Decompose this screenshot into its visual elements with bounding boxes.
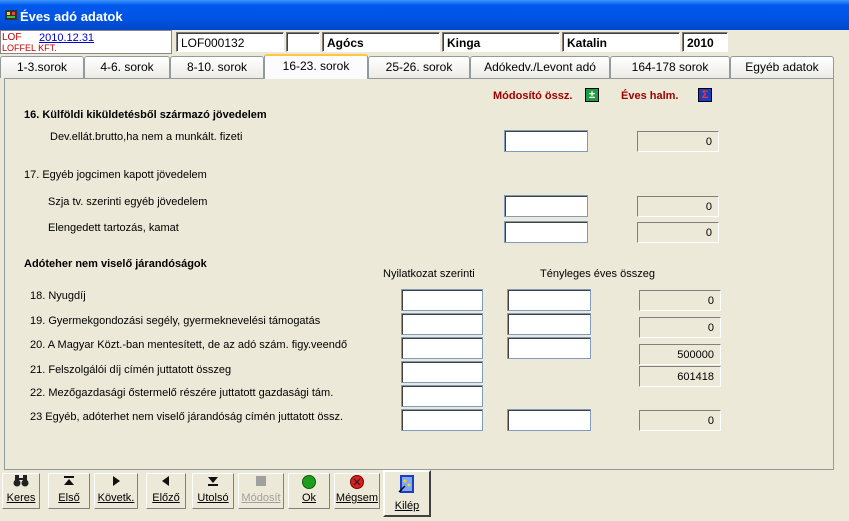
modosit-button[interactable]: Módosít: [238, 473, 284, 509]
section-17-title: 17. Egyéb jogcimen kapott jövedelem: [24, 169, 207, 181]
row-22-label: 22. Mezőgazdasági őstermelő részére jutt…: [30, 387, 334, 399]
binoculars-icon: [3, 474, 39, 492]
row-dev-label: Dev.ellát.brutto,ha nem a munkált. fizet…: [50, 131, 243, 143]
row-20-tenyleges-input[interactable]: [507, 337, 591, 359]
row-dev-eves-value: 0: [637, 131, 719, 152]
tab-egyeb-adatok[interactable]: Egyéb adatok: [730, 56, 834, 78]
keres-button[interactable]: Keres: [2, 473, 40, 509]
row-20-nyilatkozat-input[interactable]: [401, 337, 483, 359]
title-bar: Éves adó adatok: [0, 0, 849, 30]
row-18-tenyleges-input[interactable]: [507, 289, 591, 311]
row-elengedett-eves-value: 0: [637, 222, 719, 243]
row-23-label: 23 Egyéb, adóterhet nem viselő járandósá…: [30, 411, 344, 423]
row-23-eves-value: 0: [639, 410, 721, 431]
row-elengedett-label: Elengedett tartozás, kamat: [48, 222, 179, 234]
tab-bar: 1-3.sorok 4-6. sorok 8-10. sorok 16-23. …: [0, 54, 849, 79]
window-title: Éves adó adatok: [20, 9, 123, 24]
row-szja-modosito-input[interactable]: [504, 195, 588, 217]
previous-record-icon: [147, 474, 185, 492]
next-record-icon: [95, 474, 137, 492]
row-21-label: 21. Felszolgálói díj címén juttatott öss…: [30, 364, 232, 376]
kovetk-button[interactable]: Követk.: [94, 473, 138, 509]
first-record-icon: [49, 474, 89, 492]
bottom-toolbar: Keres Első Követk. Előző Utolsó Módosít: [0, 470, 849, 521]
tab-adokedv-levont-ado[interactable]: Adókedv./Levont adó: [470, 56, 610, 78]
col-tenyleges-header: Tényleges éves összeg: [540, 268, 655, 280]
row-18-label: 18. Nyugdíj: [30, 290, 86, 302]
row-dev-modosito-input[interactable]: [504, 130, 588, 152]
row-19-eves-value: 0: [639, 317, 721, 338]
row-20-eves-value: 500000: [639, 344, 721, 365]
company-name: LOFFEL KFT.: [2, 43, 57, 53]
kilep-button[interactable]: Kilép: [383, 470, 431, 517]
row-szja-label: Szja tv. szerinti egyéb jövedelem: [48, 196, 208, 208]
row-21-eves-value: 601418: [639, 366, 721, 387]
row-szja-eves-value: 0: [637, 196, 719, 217]
empty-field: [286, 32, 320, 52]
first-name-field: Kinga: [442, 32, 560, 52]
elso-button[interactable]: Első: [48, 473, 90, 509]
modosito-header: Módosító össz.: [493, 90, 573, 102]
tab-4-6-sorok[interactable]: 4-6. sorok: [84, 56, 170, 78]
megsem-button[interactable]: Mégsem: [334, 473, 380, 509]
row-elengedett-modosito-input[interactable]: [504, 221, 588, 243]
tab-164-178-sorok[interactable]: 164-178 sorok: [610, 56, 730, 78]
col-nyilatkozat-header: Nyilatkozat szerinti: [383, 268, 475, 280]
row-18-eves-value: 0: [639, 290, 721, 311]
eves-halm-header: Éves halm.: [621, 90, 679, 102]
row-21-nyilatkozat-input[interactable]: [401, 361, 483, 383]
header-company-block: LOF 2010.12.31 LOFFEL KFT.: [0, 30, 172, 54]
row-23-tenyleges-input[interactable]: [507, 409, 591, 431]
middle-name-field: Katalin: [562, 32, 680, 52]
row-22-nyilatkozat-input[interactable]: [401, 385, 483, 407]
app-icon: [4, 8, 18, 22]
utolso-button[interactable]: Utolsó: [192, 473, 234, 509]
employee-id-field: LOF000132: [176, 32, 284, 52]
ok-button[interactable]: Ok: [288, 473, 330, 509]
tab-25-26-sorok[interactable]: 25-26. sorok: [368, 56, 470, 78]
row-19-nyilatkozat-input[interactable]: [401, 313, 483, 335]
tab-8-10-sorok[interactable]: 8-10. sorok: [170, 56, 264, 78]
ok-icon: [289, 474, 329, 492]
sigma-icon[interactable]: Σ: [698, 88, 712, 102]
last-name-field: Agócs: [322, 32, 440, 52]
row-23-nyilatkozat-input[interactable]: [401, 409, 483, 431]
row-20-label: 20. A Magyar Közt.-ban mentesített, de a…: [30, 339, 348, 351]
exit-icon: [385, 472, 429, 500]
elozo-button[interactable]: Előző: [146, 473, 186, 509]
tab-16-23-sorok[interactable]: 16-23. sorok: [264, 54, 368, 79]
section-adoteher-title: Adóteher nem viselő járandóságok: [24, 258, 207, 270]
section-16-title: 16. Külföldi kiküldetésből származó jöve…: [24, 109, 267, 121]
row-19-tenyleges-input[interactable]: [507, 313, 591, 335]
row-19-label: 19. Gyermekgondozási segély, gyermekneve…: [30, 315, 321, 327]
plus-minus-icon[interactable]: ±: [585, 88, 599, 102]
company-code: LOF: [2, 32, 22, 43]
cancel-icon: [335, 474, 379, 492]
tab-1-3-sorok[interactable]: 1-3.sorok: [0, 56, 84, 78]
last-record-icon: [193, 474, 233, 492]
modify-icon: [239, 474, 283, 492]
year-field: 2010: [682, 32, 728, 52]
row-18-nyilatkozat-input[interactable]: [401, 289, 483, 311]
